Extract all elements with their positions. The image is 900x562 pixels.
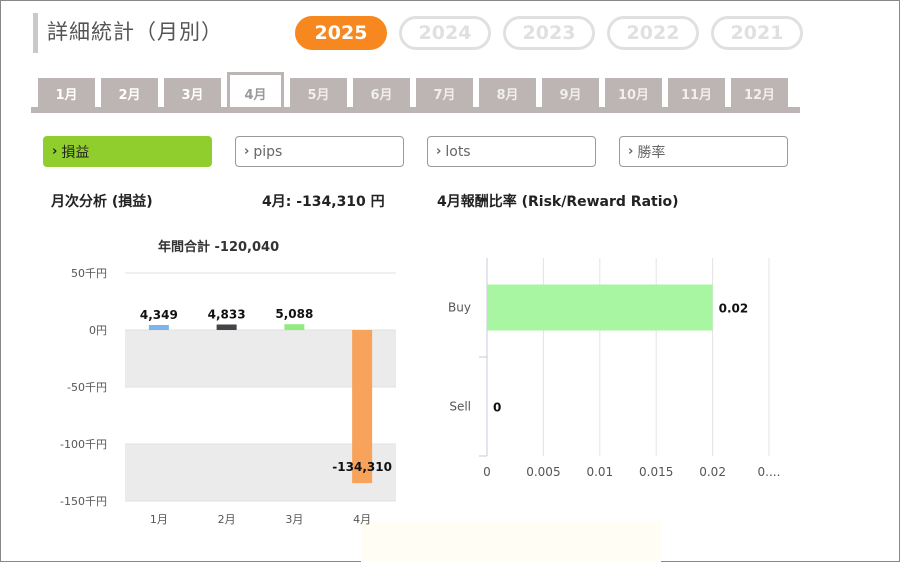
filter-label: 勝率	[637, 144, 666, 161]
y-tick-label: 50千円	[71, 267, 107, 280]
x-tick-label: 2月	[218, 513, 236, 526]
title-accent-bar	[33, 13, 38, 53]
x-tick-label: 0.005	[526, 465, 560, 479]
bar-value-label: 4,833	[208, 307, 246, 321]
filter-button-1[interactable]: › pips	[235, 136, 404, 167]
chevron-right-icon: ›	[436, 144, 442, 159]
year-pill-2024[interactable]: 2024	[399, 16, 491, 50]
filter-label: 損益	[61, 144, 90, 161]
bar-value-label: -134,310	[332, 460, 392, 474]
risk-reward-chart: 0 0.005 0.01 0.015 0.02 0.... 0.02 Buy 0 Sell	[448, 258, 781, 479]
tab-month-12[interactable]: 12月	[731, 78, 788, 107]
year-pill-2023[interactable]: 2023	[503, 16, 595, 50]
metric-filters: › 損益 › pips › lots › 勝率	[43, 136, 788, 167]
y-tick-label: -100千円	[60, 438, 107, 451]
yearly-total: 年間合計 -120,040	[158, 240, 280, 255]
tab-month-7[interactable]: 7月	[416, 78, 473, 107]
y-category-label: Buy	[448, 301, 471, 315]
y-tick-label: -150千円	[60, 495, 107, 508]
bar-2月	[216, 324, 237, 330]
tab-month-11[interactable]: 11月	[668, 78, 725, 107]
monthly-pl-chart: 50千円 0円 -50千円 -100千円 -150千円 4,349 1月 4,833 2月 5,0…	[60, 267, 396, 526]
tab-month-4[interactable]: 4月	[227, 72, 284, 107]
monthly-analysis-title: 月次分析 (損益)	[51, 194, 153, 210]
year-pill-2025[interactable]: 2025	[295, 16, 387, 50]
filter-button-3[interactable]: › 勝率	[619, 136, 788, 167]
filter-button-0[interactable]: › 損益	[43, 136, 212, 167]
tab-month-2[interactable]: 2月	[101, 78, 158, 107]
bar-value-label: 0.02	[719, 302, 749, 316]
risk-reward-title: 4月報酬比率 (Risk/Reward Ratio)	[437, 194, 679, 210]
bar-value-label: 4,349	[140, 308, 178, 322]
app-frame: 詳細統計（月別） 2025 2024 2023 2022 2021 1月 2月 3月 4月 5月…	[0, 0, 900, 562]
month-tabs: 1月 2月 3月 4月 5月 6月 7月 8月 9月 10月 11月 12月	[38, 72, 788, 107]
chevron-right-icon: ›	[628, 144, 634, 159]
x-tick-label: 0	[483, 465, 491, 479]
tab-month-1[interactable]: 1月	[38, 78, 95, 107]
y-tick-label: -50千円	[67, 381, 107, 394]
bar-value-label: 0	[493, 401, 501, 415]
bar-3月	[284, 324, 305, 330]
tab-month-10[interactable]: 10月	[605, 78, 662, 107]
x-tick-label: 0....	[758, 465, 781, 479]
tab-month-5[interactable]: 5月	[290, 78, 347, 107]
tab-month-6[interactable]: 6月	[353, 78, 410, 107]
tab-month-3[interactable]: 3月	[164, 78, 221, 107]
x-tick-label: 1月	[150, 513, 168, 526]
month-summary: 4月: -134,310 円	[262, 194, 385, 210]
x-tick-label: 3月	[285, 513, 303, 526]
y-tick-label: 0円	[89, 324, 107, 337]
tabs-underline	[31, 107, 800, 113]
page-title: 詳細統計（月別）	[47, 20, 223, 44]
y-category-label: Sell	[449, 400, 471, 414]
x-tick-label: 0.015	[639, 465, 673, 479]
chevron-right-icon: ›	[244, 144, 250, 159]
bar-value-label: 5,088	[275, 307, 313, 321]
filter-button-2[interactable]: › lots	[427, 136, 596, 167]
x-tick-label: 4月	[353, 513, 371, 526]
chevron-right-icon: ›	[52, 144, 58, 159]
filter-label: pips	[253, 143, 283, 160]
filter-label: lots	[445, 143, 471, 160]
year-selector: 2025 2024 2023 2022 2021	[295, 16, 803, 50]
x-tick-label: 0.02	[699, 465, 726, 479]
x-tick-label: 0.01	[586, 465, 613, 479]
bar-1月	[148, 325, 169, 330]
tab-month-9[interactable]: 9月	[542, 78, 599, 107]
bar-Buy	[487, 284, 713, 331]
year-pill-2022[interactable]: 2022	[607, 16, 699, 50]
year-pill-2021[interactable]: 2021	[711, 16, 803, 50]
tab-month-8[interactable]: 8月	[479, 78, 536, 107]
